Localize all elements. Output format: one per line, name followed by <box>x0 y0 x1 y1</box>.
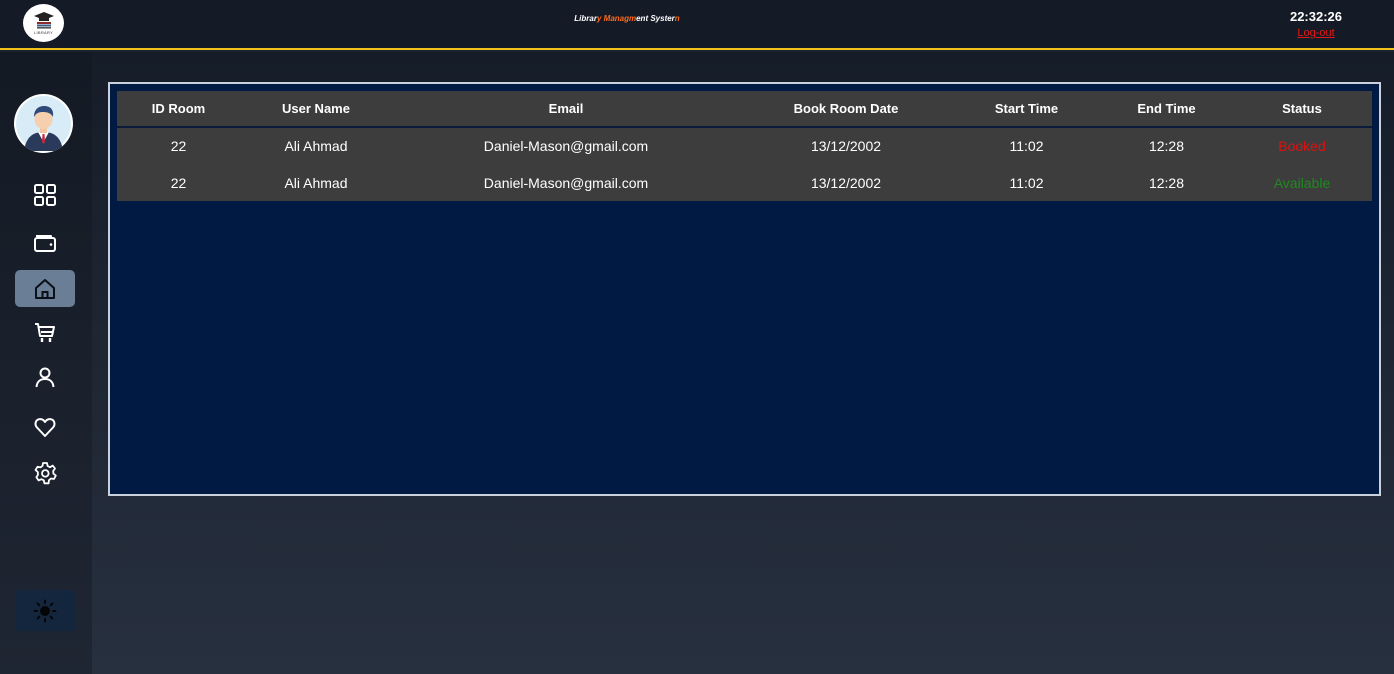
cell-end-time: 12:28 <box>1148 138 1185 154</box>
nav-home[interactable] <box>15 270 75 307</box>
theme-toggle-button[interactable] <box>15 590 75 631</box>
heart-icon <box>34 417 56 437</box>
title-part: Librar <box>574 14 597 23</box>
col-header-id-room[interactable]: ID Room <box>117 91 240 128</box>
nav-dashboard[interactable] <box>15 176 75 213</box>
col-header-end-time[interactable]: End Time <box>1101 91 1232 128</box>
cell-user-name: Ali Ahmad <box>284 138 348 154</box>
col-header-book-room-date[interactable]: Book Room Date <box>740 91 952 128</box>
nav-favorites[interactable] <box>15 408 75 445</box>
cell-email: Daniel-Mason@gmail.com <box>483 174 649 191</box>
home-icon <box>35 278 55 299</box>
library-logo[interactable]: LIBRARY <box>23 4 64 42</box>
clock: 22:32:26 <box>1289 9 1343 24</box>
col-header-start-time[interactable]: Start Time <box>952 91 1101 128</box>
title-part: ent Syster <box>636 14 675 23</box>
cart-icon <box>35 322 55 342</box>
cell-email: Daniel-Mason@gmail.com <box>483 138 649 154</box>
table-row[interactable]: 22 Ali Ahmad Daniel-Mason@gmail.com 13/1… <box>117 127 1372 164</box>
gear-icon <box>34 461 57 484</box>
status-badge: Available <box>1273 174 1331 191</box>
rooms-panel: ID Room User Name Email Book Room Date S… <box>108 82 1381 496</box>
rooms-table: ID Room User Name Email Book Room Date S… <box>117 91 1372 201</box>
grid-icon <box>34 183 56 206</box>
col-header-status[interactable]: Status <box>1232 91 1372 128</box>
nav-cart[interactable] <box>15 314 75 351</box>
table-row[interactable]: 22 Ali Ahmad Daniel-Mason@gmail.com 13/1… <box>117 164 1372 201</box>
col-header-user-name[interactable]: User Name <box>240 91 392 128</box>
cell-id-room: 22 <box>170 138 187 154</box>
title-part-highlight: n <box>674 14 680 23</box>
table-header-row: ID Room User Name Email Book Room Date S… <box>117 91 1372 128</box>
status-badge: Booked <box>1278 138 1326 154</box>
top-bar: LIBRARY Library Managment Systern 22:32:… <box>0 0 1394 50</box>
avatar[interactable] <box>14 94 73 153</box>
logo-text: LIBRARY <box>33 30 54 35</box>
cell-id-room: 22 <box>170 174 187 191</box>
wallet-icon <box>34 234 56 252</box>
title-part-highlight: Managm <box>603 14 637 23</box>
nav-profile[interactable] <box>15 358 75 395</box>
cell-start-time: 11:02 <box>1009 138 1044 154</box>
user-avatar-icon <box>16 96 71 151</box>
main-content: ID Room User Name Email Book Room Date S… <box>92 52 1394 674</box>
nav-wallet[interactable] <box>15 224 75 261</box>
app-title: Library Managment Systern <box>0 14 1254 23</box>
user-icon <box>35 367 55 387</box>
cell-start-time: 11:02 <box>1009 174 1044 191</box>
sidebar <box>0 52 92 674</box>
cell-end-time: 12:28 <box>1148 174 1185 191</box>
cell-book-room-date: 13/12/2002 <box>810 174 882 191</box>
cell-book-room-date: 13/12/2002 <box>810 138 882 154</box>
cell-user-name: Ali Ahmad <box>284 174 348 191</box>
nav-settings[interactable] <box>15 454 75 491</box>
col-header-email[interactable]: Email <box>392 91 740 128</box>
logout-link[interactable]: Log-out <box>1280 27 1352 39</box>
sun-icon <box>33 599 57 622</box>
